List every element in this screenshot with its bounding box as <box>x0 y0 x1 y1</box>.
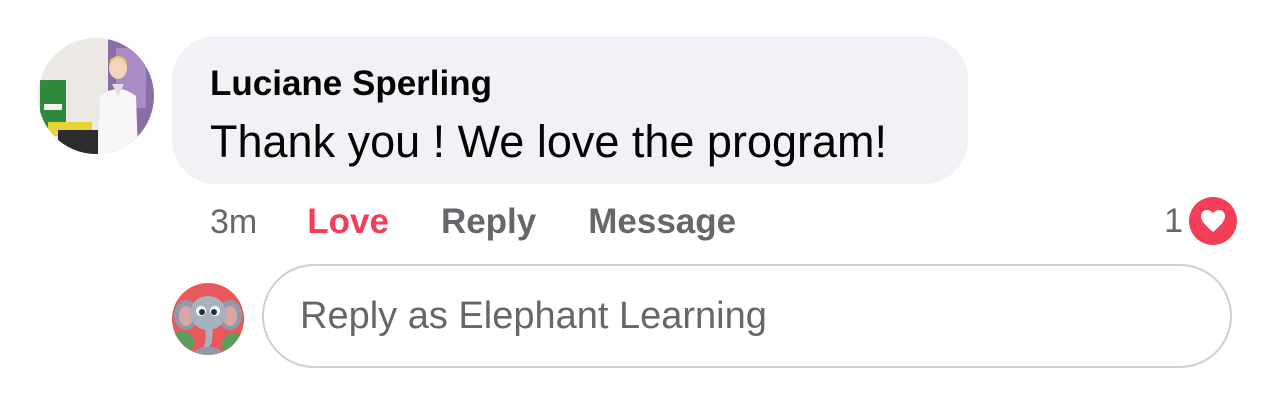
elephant-avatar-icon <box>172 283 244 355</box>
heart-icon <box>1189 197 1237 245</box>
reply-avatar <box>172 283 244 355</box>
reply-placeholder: Reply as Elephant Learning <box>300 294 767 337</box>
comment-actions: 3m Love Reply Message <box>210 200 788 244</box>
love-button[interactable]: Love <box>307 202 389 242</box>
reply-input[interactable]: Reply as Elephant Learning <box>262 264 1232 368</box>
comment-bubble: Luciane Sperling Thank you ! We love the… <box>172 36 968 184</box>
reaction-summary[interactable]: 1 <box>1164 196 1237 246</box>
avatar-photo-icon <box>38 38 154 154</box>
commenter-avatar[interactable] <box>38 38 154 154</box>
reply-button[interactable]: Reply <box>441 202 536 242</box>
comment-author[interactable]: Luciane Sperling <box>210 64 492 104</box>
comment-timestamp[interactable]: 3m <box>210 203 257 242</box>
comment-text: Thank you ! We love the program! <box>210 116 887 167</box>
reaction-count: 1 <box>1164 201 1183 240</box>
message-button[interactable]: Message <box>588 202 736 242</box>
